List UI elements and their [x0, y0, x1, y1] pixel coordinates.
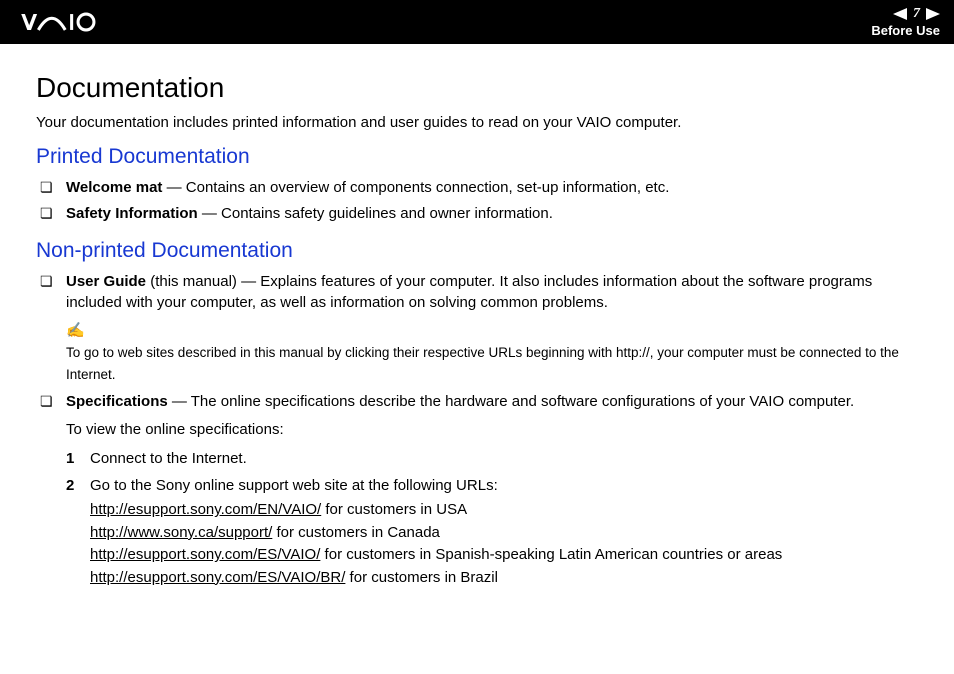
url-row: http://www.sony.ca/support/ for customer… — [90, 522, 918, 545]
list-item: Welcome mat — Contains an overview of co… — [66, 177, 918, 199]
header-right: 7 Before Use — [871, 6, 940, 38]
url-suffix: for customers in Canada — [272, 524, 440, 541]
term: User Guide — [66, 273, 146, 290]
support-link-es[interactable]: http://esupport.sony.com/ES/VAIO/ — [90, 546, 320, 563]
specs-sub: To view the online specifications: — [66, 419, 918, 441]
header-bar: 7 Before Use — [0, 0, 954, 44]
desc: — The online specifications describe the… — [168, 393, 854, 410]
url-suffix: for customers in Spanish-speaking Latin … — [320, 546, 782, 563]
nonprinted-heading: Non-printed Documentation — [36, 239, 918, 263]
prev-page-arrow-icon[interactable] — [893, 8, 907, 20]
page-number: 7 — [913, 6, 920, 22]
desc: — Contains safety guidelines and owner i… — [198, 205, 553, 222]
url-suffix: for customers in USA — [321, 501, 467, 518]
term: Welcome mat — [66, 179, 162, 196]
url-row: http://esupport.sony.com/ES/VAIO/ for cu… — [90, 544, 918, 567]
list-item: Specifications — The online specificatio… — [66, 391, 918, 589]
term: Specifications — [66, 393, 168, 410]
vaio-logo — [20, 11, 130, 33]
step-text: Connect to the Internet. — [90, 450, 247, 467]
note-icon: ✍ — [66, 320, 918, 342]
url-suffix: for customers in Brazil — [345, 569, 498, 586]
note-text: To go to web sites described in this man… — [66, 345, 899, 382]
note-block: ✍ To go to web sites described in this m… — [66, 320, 918, 385]
steps-list: 1 Connect to the Internet. 2 Go to the S… — [66, 447, 918, 590]
intro-text: Your documentation includes printed info… — [36, 114, 918, 131]
step-text: Go to the Sony online support web site a… — [90, 477, 498, 494]
desc: — Contains an overview of components con… — [162, 179, 669, 196]
list-item: Safety Information — Contains safety gui… — [66, 203, 918, 225]
page-title: Documentation — [36, 72, 918, 104]
url-list: http://esupport.sony.com/EN/VAIO/ for cu… — [90, 499, 918, 589]
printed-list: Welcome mat — Contains an overview of co… — [36, 177, 918, 225]
printed-heading: Printed Documentation — [36, 145, 918, 169]
step-number: 1 — [66, 447, 74, 470]
support-link-canada[interactable]: http://www.sony.ca/support/ — [90, 524, 272, 541]
section-label: Before Use — [871, 23, 940, 38]
support-link-br[interactable]: http://esupport.sony.com/ES/VAIO/BR/ — [90, 569, 345, 586]
list-item: User Guide (this manual) — Explains feat… — [66, 271, 918, 386]
step-number: 2 — [66, 474, 74, 497]
step-item: 2 Go to the Sony online support web site… — [90, 474, 918, 589]
support-link-usa[interactable]: http://esupport.sony.com/EN/VAIO/ — [90, 501, 321, 518]
page-content: Documentation Your documentation include… — [0, 44, 954, 589]
nonprinted-list: User Guide (this manual) — Explains feat… — [36, 271, 918, 590]
url-row: http://esupport.sony.com/EN/VAIO/ for cu… — [90, 499, 918, 522]
page-navigator: 7 — [893, 6, 940, 22]
url-row: http://esupport.sony.com/ES/VAIO/BR/ for… — [90, 567, 918, 590]
desc: (this manual) — Explains features of you… — [66, 273, 872, 312]
term: Safety Information — [66, 205, 198, 222]
next-page-arrow-icon[interactable] — [926, 8, 940, 20]
step-item: 1 Connect to the Internet. — [90, 447, 918, 470]
